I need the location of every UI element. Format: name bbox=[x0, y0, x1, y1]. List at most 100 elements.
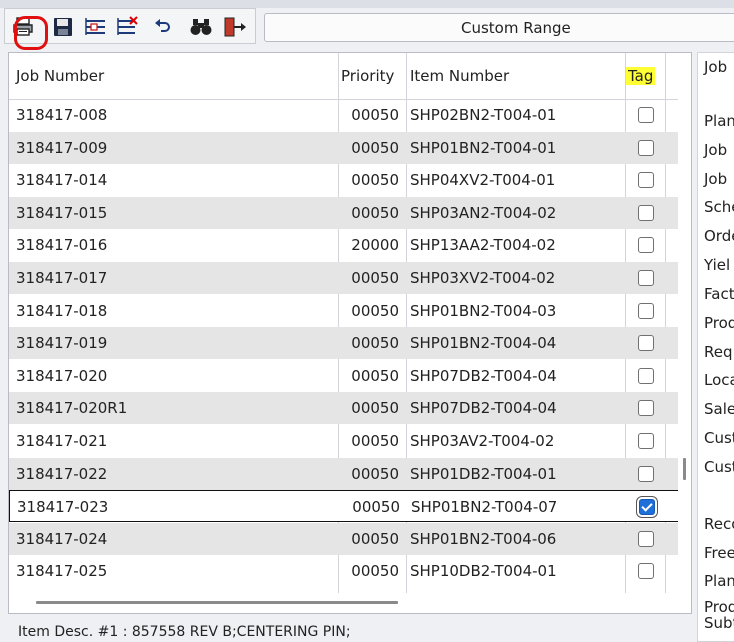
job-grid: Job Number Priority Item Number Tag 3184… bbox=[8, 52, 692, 614]
tag-checkbox[interactable] bbox=[638, 139, 654, 156]
tag-checkbox[interactable] bbox=[638, 204, 654, 221]
item-number-cell: SHP01BN2-T004-04 bbox=[410, 334, 557, 353]
custom-range-label: Custom Range bbox=[461, 18, 571, 37]
tag-cell bbox=[626, 132, 666, 164]
detail-label: Job bbox=[704, 141, 728, 159]
table-row[interactable]: 318417-025 00050 SHP10DB2-T004-01 bbox=[9, 555, 679, 587]
detail-label: Fact bbox=[704, 285, 734, 303]
job-number-cell: 318417-020R1 bbox=[16, 399, 128, 418]
tag-checkbox[interactable] bbox=[638, 433, 654, 449]
detail-label: Cust bbox=[704, 458, 734, 476]
table-row[interactable]: 318417-024 00050 SHP01BN2-T004-06 bbox=[9, 522, 679, 555]
column-header-item-number[interactable]: Item Number bbox=[410, 53, 509, 99]
detail-label: Orde bbox=[704, 227, 734, 245]
tag-checkbox[interactable] bbox=[638, 367, 654, 384]
column-header-tag[interactable]: Tag bbox=[626, 53, 656, 99]
tag-cell bbox=[626, 295, 666, 327]
tag-checkbox[interactable] bbox=[638, 530, 654, 547]
item-number-cell: SHP07DB2-T004-04 bbox=[410, 366, 557, 385]
tag-cell bbox=[626, 458, 666, 490]
table-row[interactable]: 318417-014 00050 SHP04XV2-T004-01 bbox=[9, 164, 679, 196]
item-number-cell: SHP01BN2-T004-06 bbox=[410, 529, 557, 548]
priority-cell: 00050 bbox=[351, 399, 399, 418]
detail-label: Sale bbox=[704, 400, 734, 418]
detail-label: Job bbox=[704, 58, 728, 76]
printer-icon bbox=[12, 17, 34, 37]
print-button[interactable] bbox=[11, 15, 48, 50]
tag-checkbox[interactable] bbox=[638, 107, 654, 123]
vertical-scrollbar-thumb[interactable] bbox=[683, 458, 686, 480]
tag-cell bbox=[626, 555, 666, 587]
custom-range-dropdown[interactable]: Custom Range bbox=[264, 13, 734, 42]
priority-cell: 00050 bbox=[351, 106, 399, 124]
detail-label: Loca bbox=[704, 371, 734, 389]
table-row[interactable]: 318417-019 00050 SHP01BN2-T004-04 bbox=[9, 327, 679, 360]
priority-cell: 00050 bbox=[351, 562, 399, 581]
tag-cell bbox=[626, 229, 666, 261]
job-number-cell: 318417-016 bbox=[16, 236, 108, 255]
tag-cell bbox=[626, 360, 666, 392]
expand-button[interactable] bbox=[83, 15, 107, 39]
exit-button[interactable] bbox=[223, 15, 247, 39]
job-number-cell: 318417-022 bbox=[16, 464, 108, 483]
collapse-button[interactable] bbox=[115, 15, 139, 39]
tag-cell bbox=[627, 491, 667, 523]
item-number-cell: SHP03AN2-T004-02 bbox=[410, 203, 557, 222]
job-number-cell: 318417-015 bbox=[16, 203, 108, 222]
priority-cell: 00050 bbox=[351, 171, 399, 190]
find-button[interactable] bbox=[189, 15, 213, 39]
tag-cell bbox=[626, 164, 666, 196]
floppy-disk-icon bbox=[53, 17, 73, 37]
tag-checkbox[interactable] bbox=[639, 499, 655, 516]
table-row[interactable]: 318417-015 00050 SHP03AN2-T004-02 bbox=[9, 196, 679, 229]
item-number-cell: SHP01BN2-T004-01 bbox=[410, 138, 557, 157]
horizontal-scrollbar-thumb[interactable] bbox=[36, 601, 398, 604]
job-number-cell: 318417-019 bbox=[16, 334, 108, 353]
job-number-cell: 318417-023 bbox=[17, 498, 109, 517]
priority-cell: 00050 bbox=[351, 203, 399, 222]
tag-checkbox[interactable] bbox=[638, 172, 654, 189]
job-number-cell: 318417-020 bbox=[16, 366, 108, 385]
undo-button[interactable] bbox=[151, 15, 175, 39]
tag-checkbox[interactable] bbox=[638, 563, 654, 580]
binoculars-icon bbox=[190, 17, 212, 37]
tag-cell bbox=[626, 99, 666, 131]
column-header-priority[interactable]: Priority bbox=[341, 53, 394, 99]
item-description: Item Desc. #1 : 857558 REV B;CENTERING P… bbox=[18, 624, 351, 640]
tag-cell bbox=[626, 197, 666, 229]
tag-checkbox[interactable] bbox=[638, 237, 654, 254]
column-header-job-number[interactable]: Job Number bbox=[16, 53, 104, 99]
table-row[interactable]: 318417-016 20000 SHP13AA2-T004-02 bbox=[9, 229, 679, 261]
table-row[interactable]: 318417-017 00050 SHP03XV2-T004-02 bbox=[9, 262, 679, 294]
table-row[interactable]: 318417-023 00050 SHP01BN2-T004-07 bbox=[9, 490, 679, 523]
table-row[interactable]: 318417-020R1 00050 SHP07DB2-T004-04 bbox=[9, 392, 679, 425]
job-number-cell: 318417-025 bbox=[16, 562, 108, 581]
horizontal-scrollbar[interactable] bbox=[9, 593, 691, 613]
detail-label: Yiel bbox=[704, 256, 731, 274]
table-row[interactable]: 318417-022 00050 SHP01DB2-T004-01 bbox=[9, 457, 679, 490]
tag-checkbox[interactable] bbox=[638, 400, 654, 417]
job-number-cell: 318417-009 bbox=[16, 138, 108, 157]
vertical-scrollbar[interactable] bbox=[678, 99, 691, 599]
save-button[interactable] bbox=[51, 15, 75, 39]
priority-cell: 00050 bbox=[351, 269, 399, 287]
detail-label: Subt bbox=[704, 614, 734, 632]
table-row[interactable]: 318417-021 00050 SHP03AV2-T004-02 bbox=[9, 425, 679, 457]
table-row[interactable]: 318417-008 00050 SHP02BN2-T004-01 bbox=[9, 99, 679, 131]
tag-checkbox[interactable] bbox=[638, 270, 654, 286]
tree-expand-icon bbox=[83, 16, 107, 38]
undo-arrow-icon bbox=[153, 17, 173, 37]
table-row[interactable]: 318417-009 00050 SHP01BN2-T004-01 bbox=[9, 131, 679, 164]
table-row[interactable]: 318417-020 00050 SHP07DB2-T004-04 bbox=[9, 360, 679, 392]
detail-label: Free bbox=[704, 544, 734, 562]
table-row[interactable]: 318417-018 00050 SHP01BN2-T004-03 bbox=[9, 295, 679, 327]
tag-checkbox[interactable] bbox=[638, 302, 654, 319]
tag-header-label: Tag bbox=[626, 67, 656, 85]
tag-checkbox[interactable] bbox=[638, 465, 654, 482]
exit-door-icon bbox=[223, 17, 247, 37]
detail-label: Job bbox=[704, 170, 728, 188]
toolbar bbox=[4, 8, 256, 50]
priority-cell: 20000 bbox=[351, 236, 399, 255]
detail-label: Plan bbox=[704, 112, 734, 130]
tag-checkbox[interactable] bbox=[638, 335, 654, 352]
